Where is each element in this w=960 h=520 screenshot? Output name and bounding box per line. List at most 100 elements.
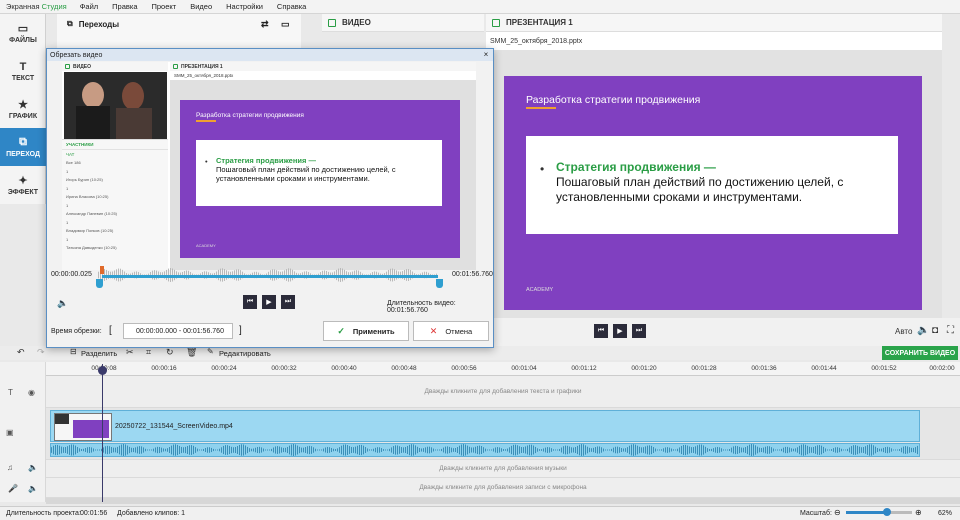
waveform-bar xyxy=(255,447,256,453)
waveform-bar xyxy=(469,446,470,454)
menu-video[interactable]: Видео xyxy=(183,2,219,11)
sidebar-item-files[interactable]: ▭ ФАЙЛЫ xyxy=(0,14,46,52)
prev-frame-button[interactable]: ⏮ xyxy=(594,324,608,338)
star-icon: ★ xyxy=(18,99,28,111)
waveform-bar xyxy=(623,448,624,452)
sidebar-item-text[interactable]: T ТЕКСТ xyxy=(0,52,46,90)
waveform-bar xyxy=(827,449,828,451)
tab-presentation[interactable]: ПРЕЗЕНТАЦИЯ 1 xyxy=(486,14,942,32)
playhead-handle[interactable] xyxy=(98,366,107,375)
menu-edit[interactable]: Правка xyxy=(105,2,144,11)
sidebar-item-effects[interactable]: ✦ ЭФФЕКТ xyxy=(0,166,46,204)
sidebar-item-graphics[interactable]: ★ ГРАФИК xyxy=(0,90,46,128)
bracket-start-icon[interactable]: [ xyxy=(109,325,112,336)
dialog-next-button[interactable]: ⏭ xyxy=(281,295,295,309)
undo-icon[interactable]: ↶ xyxy=(17,347,25,358)
trim-end-handle[interactable] xyxy=(436,279,443,288)
sidebar-item-transitions[interactable]: ⧉ ПЕРЕХОД xyxy=(0,128,46,166)
waveform-bar xyxy=(525,446,526,454)
zoom-in-icon[interactable]: ⊕ xyxy=(915,508,922,517)
dialog-prev-button[interactable]: ⏮ xyxy=(243,295,257,309)
music-volume-icon[interactable]: 🔈 xyxy=(28,463,38,472)
waveform-bar xyxy=(747,445,748,455)
zoom-slider-handle[interactable] xyxy=(882,508,891,516)
waveform-bar xyxy=(913,447,914,453)
waveform-bar xyxy=(817,445,818,455)
close-icon[interactable]: × xyxy=(481,50,491,59)
quality-select[interactable]: Авто xyxy=(895,327,912,336)
redo-icon[interactable]: ↷ xyxy=(37,347,45,358)
camera-icon[interactable]: ◘ xyxy=(932,325,938,336)
menu-settings[interactable]: Настройки xyxy=(219,2,270,11)
split-icon[interactable]: ⊟ xyxy=(70,347,77,356)
timeline-scrollbar[interactable] xyxy=(46,498,960,504)
sidebar-item-label: ФАЙЛЫ xyxy=(9,37,37,44)
waveform-bar xyxy=(885,447,886,453)
save-video-button[interactable]: СОХРАНИТЬ ВИДЕО xyxy=(882,346,958,360)
next-frame-button[interactable]: ⏭ xyxy=(632,324,646,338)
inner-tab-presentation: ПРЕЗЕНТАЦИЯ 1 xyxy=(170,62,476,71)
volume-icon[interactable]: 🔈 xyxy=(917,325,929,336)
cancel-button[interactable]: ✕ Отмена xyxy=(413,321,489,341)
waveform-bar xyxy=(811,447,812,453)
mic-volume-icon[interactable]: 🔈 xyxy=(28,484,38,493)
timeline-ruler[interactable]: 00:00:08 00:00:16 00:00:24 00:00:32 00:0… xyxy=(46,362,960,376)
slide-logo: ACADEMY xyxy=(526,287,554,293)
waveform-bar xyxy=(519,446,520,454)
menu-project[interactable]: Проект xyxy=(145,2,184,11)
fullscreen-icon[interactable]: ⛶ xyxy=(947,325,954,336)
waveform-bar xyxy=(211,447,212,453)
split-button[interactable]: Разделить xyxy=(81,349,117,358)
waveform-bar xyxy=(849,447,850,453)
crop-icon[interactable]: ⌗ xyxy=(146,347,151,358)
apply-button[interactable]: ✓ Применить xyxy=(323,321,409,341)
zoom-value: 62% xyxy=(938,510,953,517)
tab-video[interactable]: ВИДЕО xyxy=(322,14,484,32)
cut-icon[interactable]: ✂ xyxy=(126,347,134,358)
waveform-bar xyxy=(153,448,154,452)
play-button[interactable]: ▶ xyxy=(613,324,627,338)
waveform-bar xyxy=(589,447,590,453)
waveform-bar xyxy=(429,446,430,454)
waveform-bar xyxy=(719,447,720,453)
music-track[interactable]: Дважды кликните для добавления музыки xyxy=(46,460,960,478)
waveform-bar xyxy=(557,449,558,451)
video-clip[interactable]: 20250722_131544_ScreenVideo.mp4 xyxy=(50,410,920,442)
toggle-icon[interactable]: ▭ xyxy=(281,19,290,30)
trim-position-marker[interactable] xyxy=(100,266,104,274)
shuffle-icon[interactable]: ⇄ xyxy=(261,19,269,30)
cut-time-input[interactable]: 00:00:00.000 - 00:01:56.760 xyxy=(123,323,233,339)
waveform-bar xyxy=(409,444,410,456)
menu-help[interactable]: Справка xyxy=(270,2,313,11)
zoom-out-icon[interactable]: ⊖ xyxy=(834,508,841,517)
waveform-bar xyxy=(237,446,238,454)
text-track[interactable]: Дважды кликните для добавления текста и … xyxy=(46,376,960,408)
waveform-bar xyxy=(775,449,776,451)
waveform-bar xyxy=(359,444,360,456)
waveform-bar xyxy=(637,445,638,455)
mic-track[interactable]: Дважды кликните для добавления записи с … xyxy=(46,478,960,498)
edit-icon[interactable]: ✎ xyxy=(207,347,214,356)
dialog-play-button[interactable]: ▶ xyxy=(262,295,276,309)
trim-start-handle[interactable] xyxy=(96,279,103,288)
volume-icon[interactable]: 🔈 xyxy=(57,298,68,309)
menu-file[interactable]: Файл xyxy=(73,2,105,11)
chat-line: Александр Паневин (10:25) xyxy=(66,211,118,216)
audio-waveform[interactable] xyxy=(50,443,920,457)
close-icon: ✕ xyxy=(429,325,438,336)
slide-title: Разработка стратегии продвижения xyxy=(526,94,701,106)
edit-button[interactable]: Редактировать xyxy=(219,349,271,358)
delete-icon[interactable]: 🗑 xyxy=(186,347,197,358)
eye-icon[interactable]: ◉ xyxy=(28,388,35,397)
waveform-bar xyxy=(495,447,496,453)
rotate-icon[interactable]: ↻ xyxy=(166,347,174,358)
ruler-tick: 00:01:20 xyxy=(631,365,657,372)
bracket-end-icon[interactable]: ] xyxy=(239,325,242,336)
waveform-bar xyxy=(265,449,266,451)
waveform-bar xyxy=(415,445,416,455)
folder-icon: ▭ xyxy=(17,23,29,35)
waveform-bar xyxy=(617,446,618,454)
waveform-bar xyxy=(757,446,758,454)
waveform-bar xyxy=(243,444,244,456)
waveform-bar xyxy=(235,446,236,454)
